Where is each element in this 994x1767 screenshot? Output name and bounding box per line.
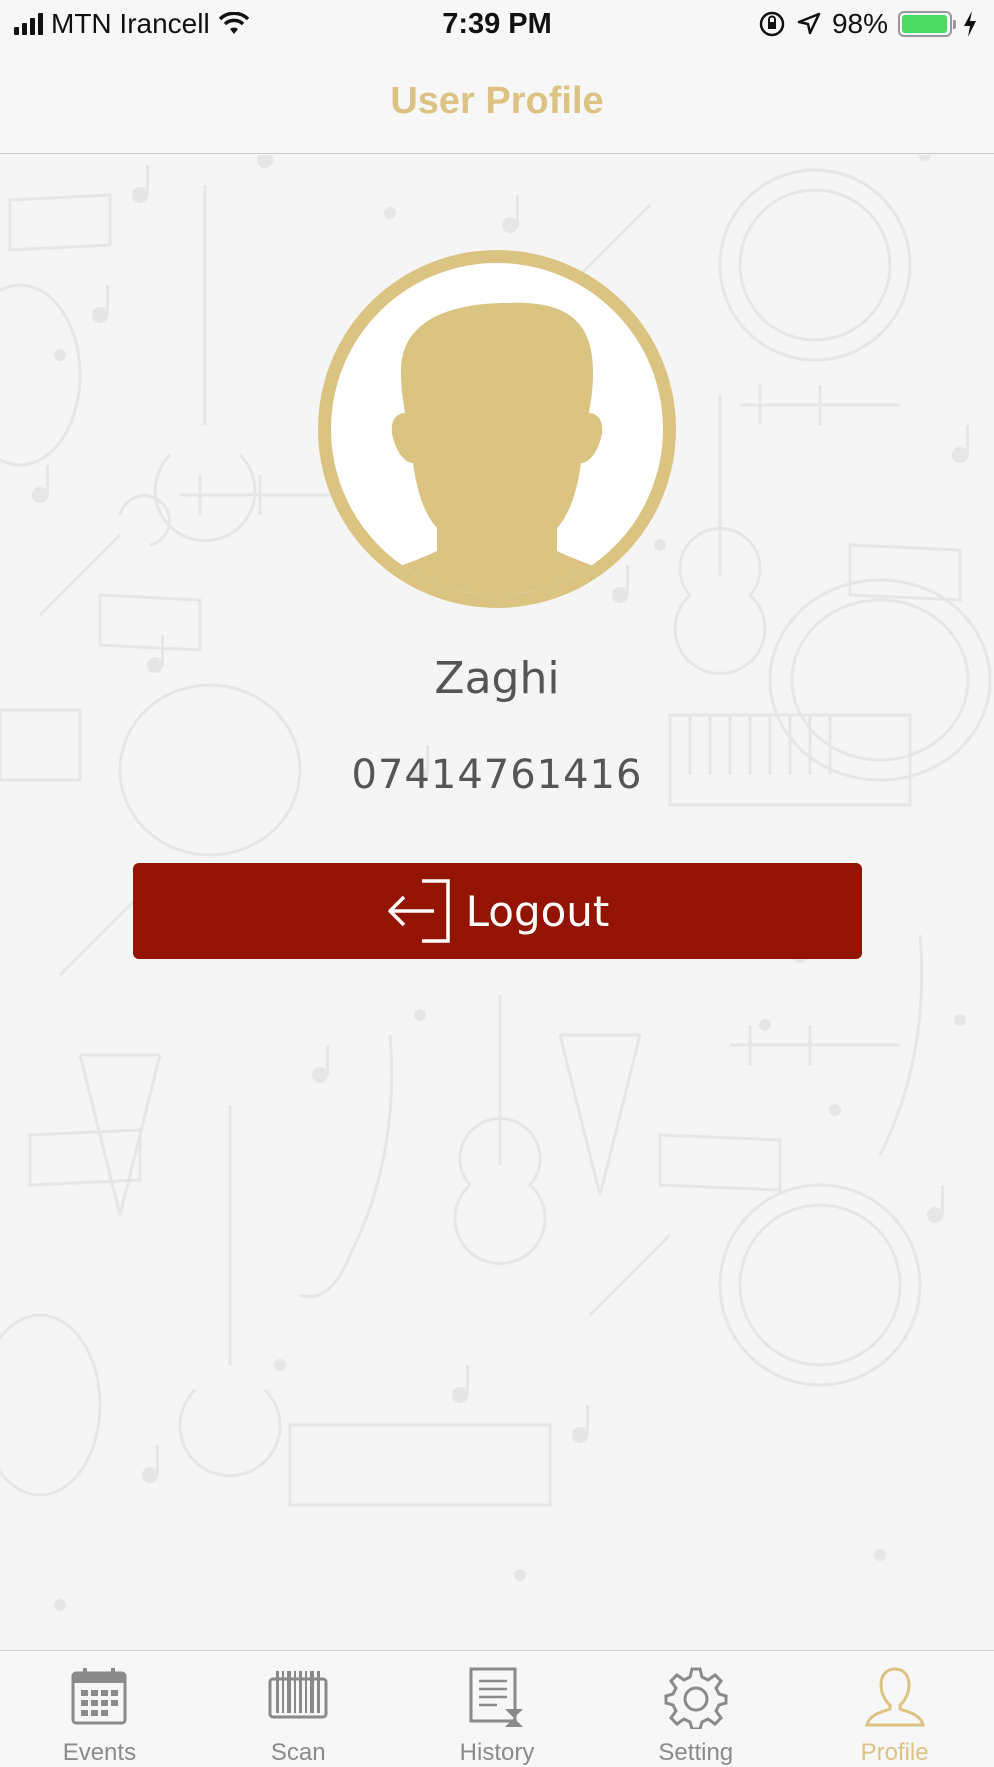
user-phone: 07414761416 xyxy=(351,752,643,798)
charging-icon xyxy=(964,11,976,37)
tab-label-profile: Profile xyxy=(860,1739,929,1766)
battery-icon xyxy=(898,11,956,37)
screen: MTN Irancell 7:39 PM 98% User Profile Za… xyxy=(0,0,994,1767)
person-icon xyxy=(864,1667,925,1727)
logout-label: Logout xyxy=(465,886,610,936)
gear-icon xyxy=(664,1667,728,1729)
tab-bar: Events Scan History Setting Profile xyxy=(0,1650,994,1767)
battery-percent: 98% xyxy=(831,8,888,39)
profile-content: Zaghi 07414761416 Logout xyxy=(0,155,994,1650)
avatar xyxy=(318,250,676,608)
logout-button[interactable]: Logout xyxy=(133,863,862,959)
calendar-icon xyxy=(71,1668,127,1725)
user-name: Zaghi xyxy=(434,653,560,704)
tab-label-events: Events xyxy=(62,1739,137,1766)
tab-label-setting: Setting xyxy=(658,1739,734,1766)
tab-profile[interactable]: Profile xyxy=(795,1651,994,1767)
person-silhouette-icon xyxy=(343,302,651,595)
logout-icon xyxy=(387,879,450,943)
status-right: 98% xyxy=(758,8,978,40)
tab-events[interactable]: Events xyxy=(0,1651,199,1767)
page-title: User Profile xyxy=(390,80,604,122)
tab-scan[interactable]: Scan xyxy=(199,1651,398,1767)
battery-fill xyxy=(902,15,948,33)
status-bar: MTN Irancell 7:39 PM 98% xyxy=(0,0,994,50)
tab-label-history: History xyxy=(459,1739,535,1766)
tab-history[interactable]: History xyxy=(398,1651,597,1767)
tab-label-scan: Scan xyxy=(270,1739,326,1766)
rotation-lock-icon xyxy=(759,11,785,37)
history-icon xyxy=(469,1667,523,1727)
tab-setting[interactable]: Setting xyxy=(596,1651,795,1767)
nav-bar: User Profile xyxy=(0,50,994,154)
location-icon xyxy=(797,12,821,35)
barcode-icon xyxy=(268,1671,328,1719)
